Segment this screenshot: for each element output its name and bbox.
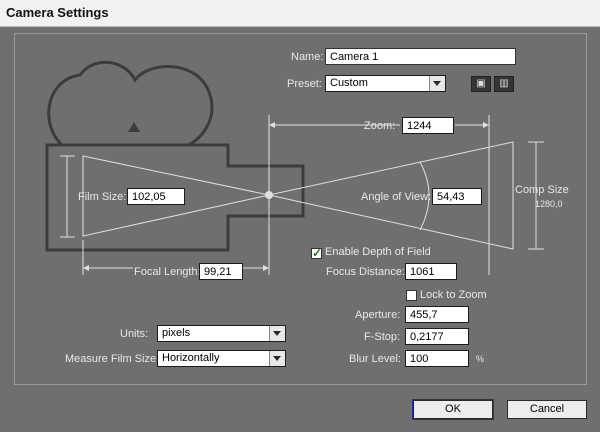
depth-of-field-label: Enable Depth of Field (325, 246, 431, 258)
focal-length-label: Focal Length: (134, 266, 201, 278)
aperture-label: Aperture: (355, 309, 401, 321)
film-size-label: Film Size: (78, 191, 127, 203)
preset-label: Preset: (287, 78, 322, 90)
name-label: Name: (291, 51, 324, 63)
chevron-down-icon (269, 351, 285, 366)
f-stop-input[interactable] (405, 328, 469, 345)
lock-to-zoom-label: Lock to Zoom (420, 289, 487, 301)
camera-settings-dialog: Camera Settings Name: Camera 1 Preset: C… (0, 0, 600, 432)
angle-of-view-input[interactable] (432, 188, 482, 205)
units-label: Units: (120, 328, 149, 340)
lock-to-zoom-checkbox[interactable] (406, 290, 417, 301)
measure-film-size-label: Measure Film Size: (65, 353, 160, 365)
title-bar: Camera Settings (0, 0, 600, 27)
f-stop-label: F-Stop: (364, 331, 401, 343)
blur-level-unit: % (476, 354, 485, 364)
zoom-label: Zoom: (364, 120, 396, 132)
measure-film-size-value: Horizontally (162, 352, 220, 364)
chevron-down-icon (269, 326, 285, 341)
units-dropdown[interactable]: pixels (157, 325, 286, 342)
focal-length-input[interactable] (199, 263, 243, 280)
disk-icon: ▣ (476, 78, 486, 89)
depth-of-field-checkbox[interactable] (311, 246, 322, 260)
preset-value: Custom (330, 77, 368, 89)
blur-level-label: Blur Level: (349, 353, 401, 365)
name-input[interactable] (325, 48, 516, 65)
ok-button[interactable]: OK (412, 399, 494, 420)
focus-distance-input[interactable] (405, 263, 457, 280)
measure-film-size-dropdown[interactable]: Horizontally (157, 350, 286, 367)
zoom-input[interactable] (402, 117, 454, 134)
focus-distance-label: Focus Distance: (326, 266, 405, 278)
comp-size-label: Comp Size (515, 184, 569, 196)
aperture-input[interactable] (405, 306, 469, 323)
comp-size-value: 1280,0 (535, 199, 563, 209)
preset-dropdown[interactable]: Custom (325, 75, 446, 92)
film-size-input[interactable] (127, 188, 185, 205)
save-preset-button[interactable]: ▣ (471, 76, 491, 92)
cancel-button[interactable]: Cancel (507, 400, 587, 419)
trash-icon: ▥ (499, 78, 509, 89)
units-value: pixels (162, 327, 191, 339)
angle-of-view-label: Angle of View: (361, 191, 432, 203)
chevron-down-icon (429, 76, 445, 91)
delete-preset-button[interactable]: ▥ (494, 76, 514, 92)
blur-level-input[interactable] (405, 350, 469, 367)
dialog-title: Camera Settings (6, 5, 109, 20)
